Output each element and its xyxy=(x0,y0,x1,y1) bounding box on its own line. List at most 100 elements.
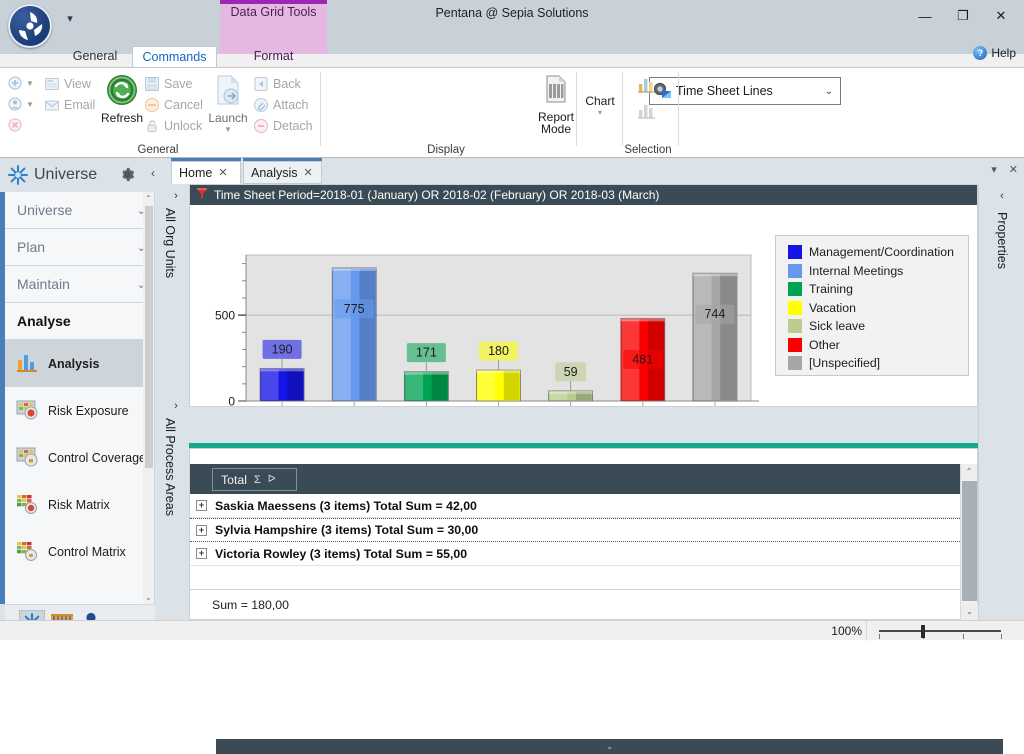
back-button[interactable]: Back xyxy=(253,76,301,92)
view-button[interactable]: View xyxy=(44,76,91,92)
refresh-button[interactable]: Refresh xyxy=(94,73,150,125)
ribbon-tab-format[interactable]: Format xyxy=(220,46,327,68)
refresh-label: Refresh xyxy=(100,111,144,125)
cancel-button[interactable]: Cancel xyxy=(144,97,203,113)
sigma-icon[interactable]: Σ xyxy=(254,474,261,486)
ribbon-separator xyxy=(576,72,577,146)
scrollbar-thumb[interactable] xyxy=(962,481,977,601)
grid-rows: + Saskia Maessens (3 items) Total Sum = … xyxy=(190,494,960,569)
left-navigation-pane: Universe ‹ Universe ⌄ Plan ⌄ Maintain ⌄ xyxy=(0,158,163,640)
chevron-down-icon[interactable]: ▾ xyxy=(578,108,622,117)
collapse-sidebar-button[interactable]: ‹ xyxy=(151,166,155,180)
document-tab-analysis[interactable]: Analysis ✕ xyxy=(243,158,322,184)
close-icon[interactable]: ✕ xyxy=(218,166,227,179)
email-button[interactable]: Email xyxy=(44,97,95,113)
legend-swatch xyxy=(788,263,802,278)
attach-button[interactable]: Attach xyxy=(253,97,308,113)
panel-splitter[interactable] xyxy=(189,407,978,411)
legend-item: [Unspecified] xyxy=(788,354,968,373)
document-tab-home[interactable]: Home ✕ xyxy=(171,158,241,184)
add-circle-icon xyxy=(8,76,22,90)
ribbon-tab-general[interactable]: General xyxy=(64,46,126,68)
delete-button[interactable] xyxy=(8,118,22,132)
minimize-button[interactable]: — xyxy=(906,2,944,30)
save-button[interactable]: Save xyxy=(144,76,193,92)
detach-button[interactable]: Detach xyxy=(253,118,313,134)
document-window-controls: ▾ ✕ xyxy=(991,163,1018,176)
grid-scrollbar[interactable]: ⌃ ⌄ xyxy=(960,464,978,620)
data-grid-panel: ⌄ Total Σ ᐅ + Saskia Maessens (3 items) … xyxy=(189,448,1003,754)
side-tab-all-org-units[interactable]: › All Org Units xyxy=(163,190,189,278)
expand-row-button[interactable]: + xyxy=(196,524,207,536)
back-label: Back xyxy=(273,77,301,91)
sidebar-item-analysis[interactable]: Analysis xyxy=(5,340,154,387)
selection-chart-gray-icon[interactable] xyxy=(636,100,656,123)
legend-label: Sick leave xyxy=(809,319,866,334)
table-row[interactable]: + Victoria Rowley (3 items) Total Sum = … xyxy=(190,542,960,566)
sidebar-item-risk-exposure[interactable]: Risk Exposure xyxy=(5,387,154,434)
sidebar-section-analyse[interactable]: Analyse xyxy=(5,303,154,340)
close-document-icon[interactable]: ✕ xyxy=(1009,163,1018,176)
launch-button[interactable]: Launch ▼ xyxy=(200,73,256,134)
close-icon[interactable]: ✕ xyxy=(304,166,313,179)
scroll-up-arrow[interactable]: ⌃ xyxy=(143,192,154,205)
scroll-up-arrow[interactable]: ⌃ xyxy=(961,464,977,480)
sidebar-section-plan[interactable]: Plan ⌄ xyxy=(5,229,154,266)
sidebar-list: Universe ⌄ Plan ⌄ Maintain ⌄ Analyse Ana… xyxy=(5,192,155,604)
sidebar-section-maintain[interactable]: Maintain ⌄ xyxy=(5,266,154,303)
sidebar-item-control-matrix[interactable]: Control Matrix xyxy=(5,528,154,575)
group-chip-label: Total xyxy=(221,472,247,487)
gear-icon[interactable] xyxy=(120,167,135,182)
risk-matrix-icon xyxy=(15,492,39,517)
add-dropdown[interactable]: ▼ xyxy=(8,76,34,90)
table-row[interactable]: + Sylvia Hampshire (3 items) Total Sum =… xyxy=(190,518,960,542)
selection-chart-color-icon[interactable] xyxy=(636,74,656,97)
ribbon-group-label-general: General xyxy=(137,144,179,156)
expand-icon: › xyxy=(174,400,178,412)
grid-collapse-button[interactable]: ⌄ xyxy=(216,739,1003,754)
legend-item: Sick leave xyxy=(788,317,968,336)
sidebar-scrollbar[interactable]: ⌃ ⌄ xyxy=(143,192,154,604)
ribbon-group-display: Time Sheet Lines ⌄ Report Mode Display xyxy=(321,68,841,158)
group-by-total-chip[interactable]: Total Σ ᐅ xyxy=(212,468,297,491)
attach-icon xyxy=(253,97,269,113)
legend-item: Training xyxy=(788,280,968,299)
side-tab-all-process-areas[interactable]: › All Process Areas xyxy=(163,400,189,516)
expand-row-button[interactable]: + xyxy=(196,548,207,559)
pane-grip[interactable] xyxy=(60,598,100,608)
ribbon-tab-commands[interactable]: Commands xyxy=(132,46,217,68)
chart-label: Chart xyxy=(585,94,615,108)
scrollbar-thumb[interactable] xyxy=(145,206,153,468)
properties-rail[interactable]: ‹ Properties xyxy=(978,184,1024,620)
unlock-button[interactable]: Unlock xyxy=(144,118,202,134)
filter-icon[interactable]: ᐅ xyxy=(268,474,276,485)
ribbon-group-selection: Selection xyxy=(623,68,677,158)
sidebar-section-universe[interactable]: Universe ⌄ xyxy=(5,192,154,229)
chevron-down-icon[interactable]: ▼ xyxy=(200,125,256,134)
legend-swatch xyxy=(788,245,802,260)
legend-label: Management/Coordination xyxy=(809,245,954,260)
scroll-down-arrow[interactable]: ⌄ xyxy=(961,604,978,620)
legend-swatch xyxy=(788,282,802,297)
zoom-slider[interactable] xyxy=(866,621,1016,641)
user-dropdown[interactable]: ▼ xyxy=(8,97,34,111)
zoom-slider-thumb[interactable] xyxy=(921,625,925,638)
sidebar-item-label: Control Matrix xyxy=(48,544,126,559)
side-tab-label: All Org Units xyxy=(163,208,177,279)
universe-icon xyxy=(7,164,29,186)
scroll-down-arrow[interactable]: ⌄ xyxy=(143,591,154,604)
sidebar-item-control-coverage[interactable]: Control Coverage xyxy=(5,434,154,481)
table-row[interactable]: + Saskia Maessens (3 items) Total Sum = … xyxy=(190,494,960,518)
launch-label: Launch xyxy=(208,111,248,125)
close-button[interactable]: ✕ xyxy=(982,2,1020,30)
maximize-button[interactable]: ❐ xyxy=(944,2,982,30)
filter-bar[interactable]: Time Sheet Period=2018-01 (January) OR 2… xyxy=(190,185,977,205)
chart-button[interactable]: Chart ▾ xyxy=(578,93,622,117)
chevron-down-icon[interactable]: ⌄ xyxy=(820,86,838,97)
expand-row-button[interactable]: + xyxy=(196,500,207,511)
expand-properties-icon[interactable]: ‹ xyxy=(979,190,1024,202)
sidebar-item-risk-matrix[interactable]: Risk Matrix xyxy=(5,481,154,528)
pin-dropdown-icon[interactable]: ▾ xyxy=(991,163,997,176)
help-button[interactable]: ? Help xyxy=(973,46,1016,60)
document-tab-label: Home xyxy=(179,165,213,180)
